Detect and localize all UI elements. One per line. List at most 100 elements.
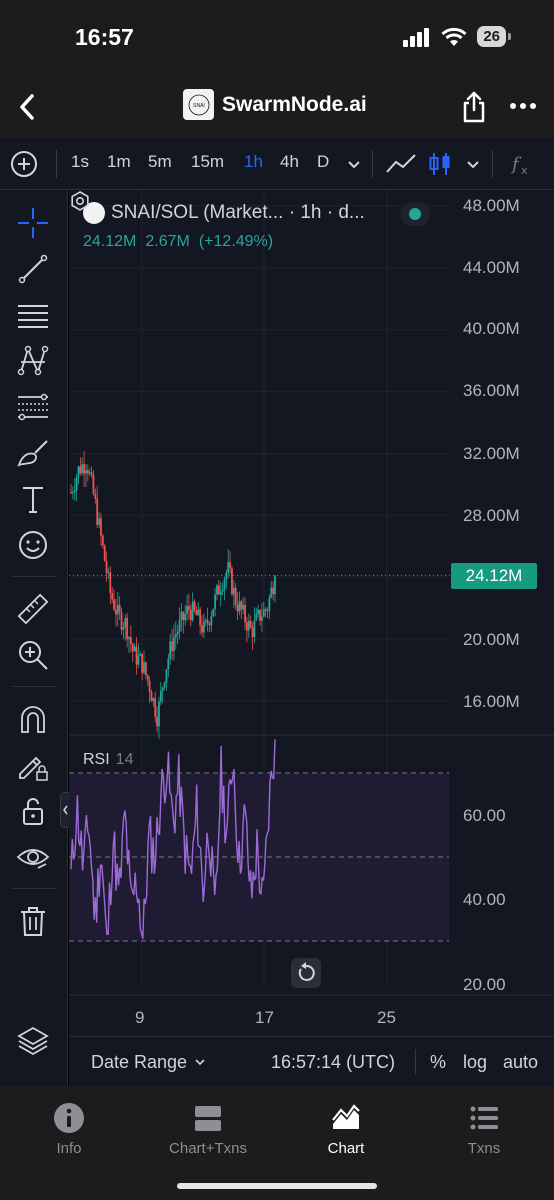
interval-4h[interactable]: 4h [280,152,299,172]
crosshair-icon[interactable] [16,206,50,240]
horizontal-lines-icon[interactable] [16,298,50,332]
candle-body [105,561,108,573]
chart-area[interactable]: SNAI/SOL (Market... · 1h · d... 24.12M 2… [69,190,554,1036]
candle-body [86,470,89,474]
candle-body [120,612,123,630]
share-icon[interactable] [460,90,488,124]
line-chart-type-icon[interactable] [385,150,417,178]
auto-scale-toggle[interactable]: auto [503,1052,538,1073]
date-range-button[interactable]: Date Range [91,1052,187,1073]
candle-body [173,637,175,652]
interval-1s[interactable]: 1s [71,152,89,172]
candle-body [146,675,149,681]
toolbar-divider [372,150,373,178]
candle-body [244,605,246,623]
tab-info[interactable]: Info [9,1102,129,1157]
candle-body [216,585,218,595]
percent-scale-toggle[interactable]: % [430,1052,446,1073]
drawing-tools-sidebar [0,190,68,1086]
mountain-chart-icon [332,1104,360,1129]
candle-body [171,641,173,652]
tab-label: Txns [467,1140,501,1157]
more-options-icon[interactable] [509,96,537,116]
log-scale-toggle[interactable]: log [463,1052,487,1073]
candle-body [174,634,177,638]
time-axis-label: 17 [255,1008,274,1027]
candle-body [210,616,213,626]
interval-dropdown-icon[interactable] [345,150,363,178]
fx-icon[interactable]: f x [510,150,536,178]
candle-body [116,604,119,615]
candle-body [70,492,72,494]
layers-icon[interactable] [16,1024,50,1058]
interval-5m[interactable]: 5m [148,152,172,172]
candle-body [259,609,261,621]
back-icon[interactable] [14,90,42,124]
tab-chart[interactable]: Chart [286,1102,406,1157]
unlock-icon[interactable] [16,794,50,828]
candle-body [122,627,125,630]
interval-1h[interactable]: 1h [244,152,263,172]
tab-label: Info [56,1140,82,1157]
candle-body [85,470,87,474]
text-tool-icon[interactable] [16,482,50,516]
candle-body [186,606,188,614]
chart-settings-icon[interactable] [69,190,91,212]
candle-body [182,611,185,621]
tab-txns[interactable]: Txns [424,1102,544,1157]
market-status-indicator [400,202,430,226]
lock-drawings-pencil-icon[interactable] [16,748,50,782]
candle-body [217,585,220,595]
rsi-title[interactable]: RSI 14 [83,751,133,769]
projection-tool-icon[interactable] [16,390,50,424]
add-indicator-icon[interactable] [10,150,38,178]
reset-chart-button[interactable] [291,958,321,988]
status-bar: 16:57 26 [0,0,554,76]
cellular-signal-icon [403,27,430,47]
visibility-eye-icon[interactable] [16,840,50,874]
nav-bar: SNAI SwarmNode.ai [0,76,554,138]
tab-chart-txns[interactable]: Chart+Txns [148,1102,268,1157]
zoom-in-icon[interactable] [16,638,50,672]
brush-icon[interactable] [16,436,50,470]
candle-body [232,587,235,595]
candle-body [223,579,226,591]
trend-line-icon[interactable] [16,252,50,286]
pattern-tool-icon[interactable] [16,344,50,378]
home-indicator [177,1183,377,1189]
candle-body [251,627,254,638]
candle-body [111,593,114,600]
chart-legend[interactable]: SNAI/SOL (Market... · 1h · d... [83,202,365,224]
magnet-icon[interactable] [16,702,50,736]
emoji-icon[interactable] [16,528,50,562]
candle-body [81,464,84,474]
price-axis-label: 32.00M [463,444,520,463]
time-axis-label: 25 [377,1008,396,1027]
chevron-down-icon[interactable] [193,1055,207,1069]
chart-toolbar: 1s 1m 5m 15m 1h 4h D f x [0,138,554,190]
symbol-title[interactable]: SNAI/SOL (Market... · 1h · d... [111,202,365,224]
candle-body [163,682,166,688]
candle-body [257,609,260,615]
utc-clock[interactable]: 16:57:14 (UTC) [271,1052,395,1073]
interval-1m[interactable]: 1m [107,152,131,172]
reset-icon [298,962,315,981]
price-axis-label: 20.00M [463,630,520,649]
candle-body [225,572,228,580]
rsi-axis-label: 20.00 [463,975,506,994]
candlestick-chart-type-icon[interactable] [428,150,452,178]
toolbar-divider [492,150,493,178]
chart-type-dropdown-icon[interactable] [464,150,482,178]
trash-icon[interactable] [16,904,50,938]
candle-body [240,601,243,610]
ruler-icon[interactable] [16,592,50,626]
price-axis-label: 44.00M [463,258,520,277]
candle-body [266,610,269,612]
candle-body [137,655,140,665]
candle-body [96,498,99,525]
rsi-period: 14 [115,751,134,768]
candle-body [249,620,252,628]
interval-15m[interactable]: 15m [191,152,224,172]
interval-d[interactable]: D [317,152,329,172]
candle-body [188,606,190,610]
